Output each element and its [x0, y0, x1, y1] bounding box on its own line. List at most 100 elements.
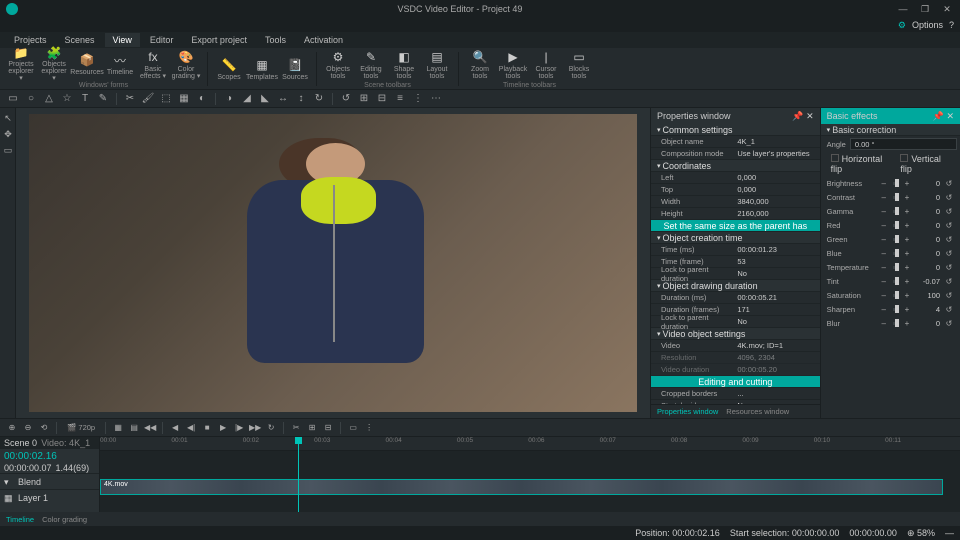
prop-section[interactable]: Object creation time	[651, 232, 820, 244]
dec-icon[interactable]: –	[879, 206, 889, 216]
tab-timeline[interactable]: Timeline	[6, 515, 34, 524]
reset-icon[interactable]: ↺	[944, 206, 954, 216]
prop-section[interactable]: Coordinates	[651, 160, 820, 172]
transport-btn-10[interactable]: ✂	[290, 422, 302, 434]
prop-row[interactable]: Width3840,000	[651, 196, 820, 208]
fx-section-basic-correction[interactable]: Basic correction	[821, 124, 960, 136]
tool-icon-3[interactable]: ☆	[60, 92, 74, 106]
prop-row[interactable]: Object name4K_1	[651, 136, 820, 148]
reset-icon[interactable]: ↺	[944, 178, 954, 188]
prop-row[interactable]: Top0,000	[651, 184, 820, 196]
slider[interactable]	[893, 294, 898, 297]
ribbon-color[interactable]: 🎨Colorgrading ▾	[171, 48, 201, 80]
tool-icon-13[interactable]: ◣	[258, 92, 272, 106]
reset-icon[interactable]: ↺	[944, 234, 954, 244]
reset-icon[interactable]: ↺	[944, 192, 954, 202]
prop-row[interactable]: Duration (ms)00:00:05.21	[651, 292, 820, 304]
dec-icon[interactable]: –	[879, 276, 889, 286]
options-link[interactable]: Options	[912, 20, 943, 30]
inc-icon[interactable]: +	[902, 318, 912, 328]
menu-tools[interactable]: Tools	[257, 33, 294, 47]
transport-btn-13[interactable]: ▭	[347, 422, 359, 434]
transport-btn-5[interactable]: ■	[201, 422, 213, 434]
transport-btn-7[interactable]: |▶	[233, 422, 245, 434]
panel-pin-icon[interactable]: 📌 ✕	[792, 111, 813, 122]
leftbar-icon-1[interactable]: ✥	[2, 128, 14, 140]
ribbon-sources[interactable]: 📓Sources	[280, 53, 310, 85]
tool-icon-1[interactable]: ○	[24, 92, 38, 106]
scene-tab[interactable]: Scene 0 Video: 4K_1	[0, 437, 99, 449]
dec-icon[interactable]: –	[879, 248, 889, 258]
inc-icon[interactable]: +	[902, 304, 912, 314]
tool-icon-22[interactable]: ⋯	[429, 92, 443, 106]
slider[interactable]	[893, 252, 898, 255]
track-blend[interactable]: ▾ Blend	[0, 473, 99, 489]
tab-resources-window[interactable]: Resources window	[726, 407, 789, 416]
inc-icon[interactable]: +	[902, 248, 912, 258]
transport-btn-3[interactable]: ◀	[169, 422, 181, 434]
inc-icon[interactable]: +	[902, 290, 912, 300]
transport-btn-1[interactable]: ▤	[128, 422, 140, 434]
inc-icon[interactable]: +	[902, 178, 912, 188]
tool-icon-15[interactable]: ↕	[294, 92, 308, 106]
vertical-flip-checkbox[interactable]: Vertical flip	[900, 154, 950, 174]
inc-icon[interactable]: +	[902, 234, 912, 244]
slider[interactable]	[893, 266, 898, 269]
tool-icon-17[interactable]: ↺	[339, 92, 353, 106]
ribbon-scopes[interactable]: 📏Scopes	[214, 53, 244, 85]
zoom-btn-2[interactable]: ⟲	[38, 422, 50, 434]
slider[interactable]	[893, 196, 898, 199]
ribbon-projects[interactable]: 📁Projectsexplorer ▾	[6, 48, 36, 80]
dec-icon[interactable]: –	[879, 220, 889, 230]
menu-view[interactable]: View	[105, 33, 140, 47]
gear-icon[interactable]: ⚙	[898, 20, 906, 31]
tab-color-grading[interactable]: Color grading	[42, 515, 87, 524]
zoom-btn-0[interactable]: ⊕	[6, 422, 18, 434]
menu-projects[interactable]: Projects	[6, 33, 55, 47]
transport-btn-14[interactable]: ⋮	[363, 422, 375, 434]
dec-icon[interactable]: –	[879, 262, 889, 272]
timeline-clip[interactable]: 4K.mov	[100, 479, 943, 495]
dec-icon[interactable]: –	[879, 290, 889, 300]
tool-icon-9[interactable]: ▦	[177, 92, 191, 106]
minimize-button[interactable]: —	[896, 3, 910, 15]
prop-row[interactable]: Cropped borders...	[651, 388, 820, 400]
tool-icon-6[interactable]: ✂	[123, 92, 137, 106]
prop-row[interactable]: Video4K.mov; ID=1	[651, 340, 820, 352]
menu-scenes[interactable]: Scenes	[57, 33, 103, 47]
slider[interactable]	[893, 322, 898, 325]
ribbon-zoom[interactable]: 🔍Zoomtools	[465, 48, 495, 80]
ribbon-cursor[interactable]: |Cursortools	[531, 48, 561, 80]
reset-icon[interactable]: ↺	[944, 220, 954, 230]
prop-row[interactable]: Lock to parent durationNo	[651, 316, 820, 328]
reset-icon[interactable]: ↺	[944, 248, 954, 258]
timeline-tracks[interactable]: 00:0000:0100:0200:0300:0400:0500:0600:07…	[100, 437, 960, 512]
prop-section[interactable]: Common settings	[651, 124, 820, 136]
slider[interactable]	[893, 280, 898, 283]
tool-icon-20[interactable]: ≡	[393, 92, 407, 106]
prop-action[interactable]: Editing and cutting	[651, 376, 820, 388]
ribbon-blocks[interactable]: ▭Blockstools	[564, 48, 594, 80]
transport-btn-2[interactable]: ◀◀	[144, 422, 156, 434]
prop-section[interactable]: Object drawing duration	[651, 280, 820, 292]
timeline-ruler[interactable]: 00:0000:0100:0200:0300:0400:0500:0600:07…	[100, 437, 960, 451]
ribbon-editing[interactable]: ✎Editingtools	[356, 48, 386, 80]
ribbon-timeline[interactable]: 〰Timeline	[105, 48, 135, 80]
preview-resolution[interactable]: 🎬 720p	[63, 423, 99, 432]
prop-row[interactable]: Height2160,000	[651, 208, 820, 220]
slider[interactable]	[893, 210, 898, 213]
playhead[interactable]	[298, 437, 299, 512]
transport-btn-0[interactable]: ▦	[112, 422, 124, 434]
transport-btn-11[interactable]: ⊞	[306, 422, 318, 434]
prop-row[interactable]: Video duration00:00:05.20	[651, 364, 820, 376]
tool-icon-16[interactable]: ↻	[312, 92, 326, 106]
inc-icon[interactable]: +	[902, 276, 912, 286]
tool-icon-2[interactable]: △	[42, 92, 56, 106]
dec-icon[interactable]: –	[879, 192, 889, 202]
ribbon-objects[interactable]: ⚙Objectstools	[323, 48, 353, 80]
tool-icon-19[interactable]: ⊟	[375, 92, 389, 106]
leftbar-icon-0[interactable]: ↖	[2, 112, 14, 124]
reset-icon[interactable]: ↺	[944, 262, 954, 272]
prop-row[interactable]: Resolution4096, 2304	[651, 352, 820, 364]
ribbon-playback[interactable]: ▶Playbacktools	[498, 48, 528, 80]
